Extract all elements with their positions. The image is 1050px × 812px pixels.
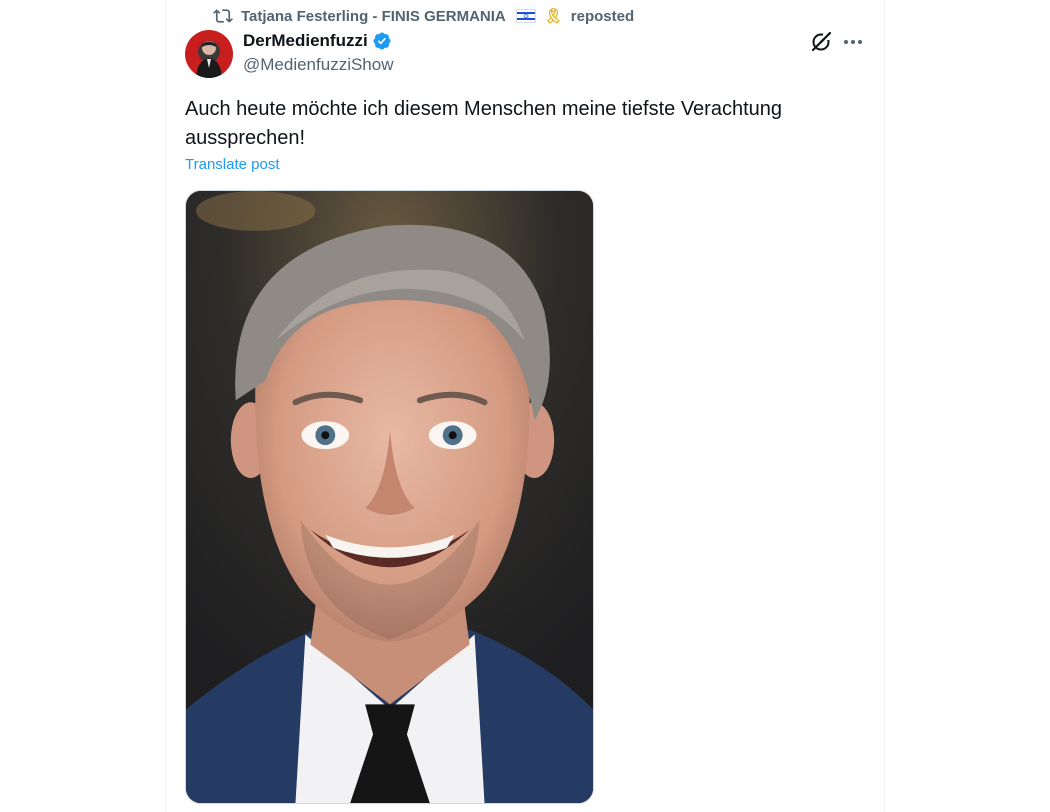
avatar-figure-icon — [196, 41, 222, 78]
repost-icon — [213, 9, 233, 23]
more-options-icon[interactable] — [841, 30, 865, 54]
yellow-ribbon-icon: 🎗 — [543, 8, 563, 25]
repost-user-name[interactable]: Tatjana Festerling - FINIS GERMANIA — [241, 8, 506, 25]
author-handle[interactable]: @MedienfuzziShow — [243, 55, 394, 75]
avatar[interactable] — [185, 30, 233, 78]
grok-icon[interactable] — [809, 30, 833, 54]
post-image[interactable] — [185, 190, 594, 804]
repost-label: reposted — [570, 7, 635, 25]
repost-indicator[interactable]: Tatjana Festerling - FINIS GERMANIA ✡ 🎗 … — [213, 5, 634, 27]
post-text: Auch heute möchte ich diesem Menschen me… — [185, 98, 783, 149]
translate-post-link[interactable]: Translate post — [185, 156, 280, 173]
portrait-photo — [186, 191, 593, 803]
author-display-name[interactable]: DerMedienfuzzi — [243, 31, 392, 51]
flag-icon: ✡ — [515, 9, 536, 23]
author-name-text[interactable]: DerMedienfuzzi — [243, 31, 368, 51]
verified-badge-icon[interactable] — [372, 31, 392, 51]
